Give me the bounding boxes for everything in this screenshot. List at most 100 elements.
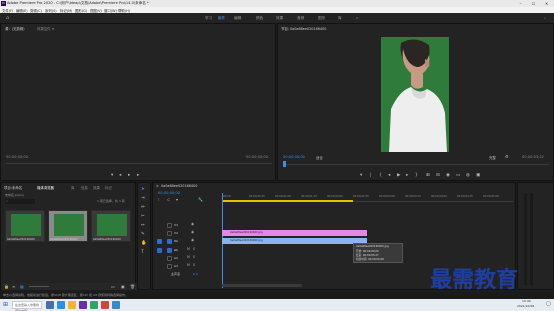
selection-tool-icon[interactable]: ➤ bbox=[141, 187, 145, 192]
program-timecode-left[interactable]: 00;00;00;00 bbox=[283, 155, 305, 159]
minimize-icon[interactable]: – bbox=[514, 0, 527, 7]
new-bin-icon[interactable]: ▭ bbox=[111, 284, 115, 289]
program-mark-out-icon[interactable]: | bbox=[370, 173, 372, 178]
lock-icon[interactable]: 🔒 bbox=[4, 284, 9, 289]
file-explorer-icon[interactable] bbox=[68, 301, 76, 309]
app-icon[interactable] bbox=[90, 301, 98, 309]
v3-lock-icon[interactable] bbox=[167, 223, 172, 228]
v1-eye-icon[interactable]: ◉ bbox=[191, 238, 194, 242]
program-go-out-icon[interactable]: } bbox=[415, 173, 418, 178]
windows-start-icon[interactable]: ⊞ bbox=[3, 301, 8, 309]
v2-eye-icon[interactable]: ◉ bbox=[191, 230, 194, 234]
workspace-audio[interactable]: 音频 bbox=[297, 16, 304, 21]
program-step-back-icon[interactable]: ◂ bbox=[388, 173, 390, 178]
timeline-close-icon[interactable]: × bbox=[156, 184, 159, 188]
a1-source-patch[interactable] bbox=[157, 248, 162, 253]
a1-mute-icon[interactable]: M bbox=[187, 247, 190, 251]
program-scrubber[interactable] bbox=[283, 164, 549, 165]
a1-target[interactable] bbox=[167, 248, 172, 253]
type-tool-icon[interactable]: T bbox=[141, 250, 144, 255]
video-clip-v1[interactable]: 0a0a68ee020166400.jpg bbox=[222, 238, 367, 244]
vr-icon[interactable]: ◍ bbox=[466, 173, 470, 178]
wrench-icon[interactable]: ⚙ bbox=[505, 154, 509, 159]
clock-time[interactable]: 19:40 bbox=[522, 299, 531, 303]
slip-tool-icon[interactable]: ↔ bbox=[141, 223, 145, 228]
premiere-taskbar-icon[interactable] bbox=[79, 301, 87, 309]
timeline-timecode[interactable]: 00;00;00;00 bbox=[158, 191, 180, 195]
v2-lock-icon[interactable] bbox=[167, 231, 172, 236]
delete-icon[interactable]: 🗑 bbox=[130, 284, 135, 289]
extract-icon[interactable]: ⊟ bbox=[436, 173, 440, 178]
project-item[interactable]: 0a0a68ee020166400 bbox=[5, 210, 45, 242]
program-play-icon[interactable]: ▶ bbox=[397, 173, 400, 178]
workspace-graphics[interactable]: 图形 bbox=[318, 16, 325, 21]
app-icon[interactable] bbox=[101, 301, 109, 309]
info-tab[interactable]: 信息 bbox=[81, 185, 88, 190]
workspace-assembly[interactable]: 组件 bbox=[218, 16, 225, 21]
workspace-color[interactable]: 颜色 bbox=[256, 16, 263, 21]
taskbar-search-input[interactable]: 在这里输入你要搜索的内容 bbox=[12, 301, 42, 311]
zoom-slider[interactable] bbox=[29, 286, 49, 287]
v3-eye-icon[interactable]: ◉ bbox=[191, 222, 194, 226]
snap-icon[interactable]: ⫶ bbox=[158, 197, 159, 202]
markers-tab[interactable]: 标记 bbox=[105, 185, 112, 190]
libraries-tab[interactable]: 库 bbox=[71, 185, 74, 190]
multi-cam-icon[interactable]: ▣ bbox=[476, 173, 480, 178]
playhead-marker[interactable] bbox=[283, 161, 286, 167]
compare-icon[interactable]: ▭ bbox=[456, 173, 460, 178]
program-go-in-icon[interactable]: { bbox=[379, 173, 382, 178]
ripple-edit-icon[interactable]: ⇔ bbox=[141, 205, 145, 210]
track-select-icon[interactable]: ⇥ bbox=[141, 196, 145, 201]
a3-mute-icon[interactable]: M bbox=[187, 263, 190, 267]
program-step-forward-icon[interactable]: ▸ bbox=[406, 173, 408, 178]
export-frame-icon[interactable]: ◉ bbox=[446, 173, 450, 178]
program-mark-in-icon[interactable]: ▾ bbox=[360, 173, 362, 178]
hand-tool-icon[interactable]: ✋ bbox=[141, 241, 147, 246]
source-step-forward-icon[interactable]: ▸ bbox=[137, 173, 139, 178]
search-icon[interactable]: ⌕ bbox=[544, 16, 546, 20]
list-view-icon[interactable]: ≡ bbox=[12, 284, 15, 289]
a2-solo-icon[interactable]: S bbox=[193, 255, 195, 259]
icon-view-icon[interactable]: ▦ bbox=[20, 284, 24, 289]
source-mark-in-icon[interactable]: ▾ bbox=[111, 173, 113, 178]
maximize-icon[interactable]: ☐ bbox=[527, 0, 540, 7]
a2-target[interactable] bbox=[167, 256, 172, 261]
source-monitor-tab[interactable]: 源：(无剪辑) bbox=[5, 26, 25, 31]
media-browser-tab[interactable]: 媒体浏览器 bbox=[37, 185, 54, 190]
workspace-libraries[interactable]: 库 bbox=[338, 16, 342, 21]
more-workspaces-icon[interactable]: » bbox=[356, 16, 358, 20]
close-icon[interactable]: ✕ bbox=[540, 0, 553, 7]
effects-tab[interactable]: 效果 bbox=[93, 185, 100, 190]
app-icon[interactable] bbox=[112, 301, 120, 309]
edge-icon[interactable] bbox=[57, 301, 65, 309]
razor-icon[interactable]: ✂ bbox=[141, 214, 145, 219]
linked-selection-icon[interactable]: ⊂ bbox=[167, 197, 170, 202]
a2-mute-icon[interactable]: M bbox=[187, 255, 190, 259]
clock-date[interactable]: 2021/10/26 bbox=[517, 304, 534, 308]
pen-tool-icon[interactable]: ✎ bbox=[141, 232, 145, 237]
work-area-bar[interactable] bbox=[223, 200, 353, 202]
add-marker-icon[interactable]: ▾ bbox=[176, 197, 178, 202]
task-view-icon[interactable] bbox=[46, 301, 54, 309]
source-timecode-left[interactable]: 00;00;00;00 bbox=[6, 155, 28, 159]
new-item-icon[interactable]: ▣ bbox=[121, 284, 125, 289]
master-value[interactable]: 0.0 bbox=[193, 272, 198, 276]
lift-icon[interactable]: ⊞ bbox=[426, 173, 430, 178]
workspace-learn[interactable]: 学习 bbox=[205, 16, 212, 21]
effect-controls-tab[interactable]: 效果控件 ≡ bbox=[37, 26, 54, 31]
source-play-icon[interactable]: ▸ bbox=[128, 173, 130, 178]
video-clip-v2[interactable]: 0a0a68ee020166400.jpg bbox=[222, 230, 367, 236]
notification-icon[interactable]: ▢ bbox=[546, 301, 551, 307]
project-tab[interactable]: 项目:未命名 bbox=[4, 185, 22, 190]
workspace-editing[interactable]: 编辑 bbox=[234, 16, 241, 21]
a3-solo-icon[interactable]: S bbox=[193, 263, 195, 267]
project-item[interactable]: 0a0a68ee020166400 bbox=[91, 210, 131, 242]
quality-select[interactable]: 完整 bbox=[489, 155, 496, 160]
workspace-effects[interactable]: 效果 bbox=[276, 16, 283, 21]
home-icon[interactable]: ⌂ bbox=[6, 15, 12, 21]
source-scrubber[interactable] bbox=[6, 163, 272, 164]
timeline-sequence-tab[interactable]: 0a0a68ee020166400 bbox=[161, 184, 197, 188]
a1-solo-icon[interactable]: S bbox=[193, 247, 195, 251]
timeline-ruler[interactable]: 00;00 00;00;00;15 00;00;01;00 00;00;01;1… bbox=[223, 193, 513, 202]
project-item-selected[interactable]: 0a0a68ee020166400 bbox=[48, 210, 88, 242]
